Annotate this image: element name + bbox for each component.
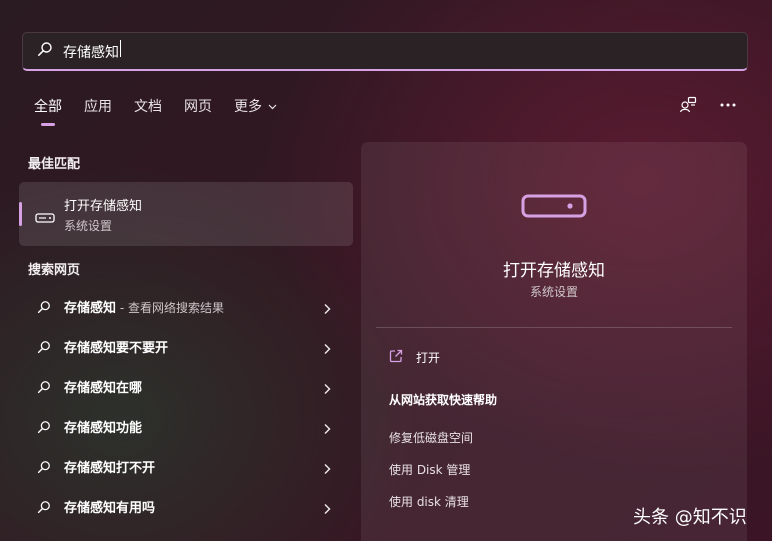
best-match-subtitle: 系统设置 (64, 219, 113, 233)
preview-pane: 打开存储感知 系统设置 打开 从网站获取快速帮助 修复低磁盘空间 使用 Disk… (361, 142, 747, 541)
web-result-item[interactable]: 存储感知在哪 (19, 366, 353, 406)
divider (376, 327, 732, 328)
search-icon (37, 41, 53, 61)
top-right-actions (678, 95, 738, 115)
preview-subtitle: 系统设置 (529, 285, 578, 299)
best-match-heading: 最佳匹配 (28, 157, 81, 172)
web-result-label: 存储感知有用吗 (64, 500, 156, 516)
search-input[interactable]: 存储感知 (63, 40, 663, 62)
drive-icon (521, 192, 587, 224)
search-icon (37, 339, 51, 358)
web-result-item[interactable]: 存储感知要不要开 (19, 326, 353, 366)
web-result-item[interactable]: 存储感知打不开 (19, 446, 353, 486)
search-icon (37, 459, 51, 478)
drive-icon (35, 208, 55, 227)
chevron-right-icon (323, 500, 331, 519)
web-result-label: 存储感知功能 (64, 420, 143, 436)
best-match-item[interactable]: 打开存储感知 系统设置 (19, 182, 353, 246)
tab-web[interactable]: 网页 (184, 96, 212, 122)
tab-more[interactable]: 更多 (234, 96, 277, 122)
search-icon (37, 499, 51, 518)
tab-more-label: 更多 (234, 99, 262, 115)
web-result-hint: - 查看网络搜索结果 (116, 300, 224, 315)
help-link-disk-cleanup[interactable]: 使用 disk 清理 (389, 493, 469, 510)
more-icon[interactable] (718, 95, 738, 115)
search-box[interactable]: 存储感知 (22, 32, 748, 71)
help-link-fix-low-disk[interactable]: 修复低磁盘空间 (389, 429, 473, 446)
preview-title: 打开存储感知 (503, 261, 605, 281)
watermark: 头条 @知不识 (633, 507, 747, 528)
chevron-right-icon (323, 460, 331, 479)
tab-documents[interactable]: 文档 (134, 96, 162, 122)
help-heading: 从网站获取快速帮助 (389, 393, 498, 407)
web-search-heading: 搜索网页 (28, 263, 81, 278)
tab-all[interactable]: 全部 (34, 96, 62, 122)
selection-indicator (19, 202, 22, 226)
external-link-icon (389, 349, 403, 366)
chevron-right-icon (323, 420, 331, 439)
web-result-label: 存储感知要不要开 (64, 340, 169, 356)
user-switch-icon[interactable] (678, 95, 698, 115)
web-result-label: 存储感知在哪 (64, 380, 143, 396)
tab-apps[interactable]: 应用 (84, 96, 112, 122)
open-action[interactable]: 打开 (389, 349, 440, 366)
help-link-disk-management[interactable]: 使用 Disk 管理 (389, 461, 470, 478)
web-result-label: 存储感知 - 查看网络搜索结果 (64, 297, 224, 316)
web-result-item[interactable]: 存储感知功能 (19, 406, 353, 446)
web-result-query: 存储感知 (64, 300, 117, 316)
search-icon (37, 299, 51, 318)
chevron-right-icon (323, 340, 331, 359)
web-result-item[interactable]: 存储感知 - 查看网络搜索结果 (19, 286, 353, 326)
search-icon (37, 379, 51, 398)
chevron-right-icon (323, 380, 331, 399)
best-match-title: 打开存储感知 (64, 199, 143, 214)
open-action-label: 打开 (416, 351, 441, 365)
search-icon (37, 419, 51, 438)
web-result-label: 存储感知打不开 (64, 460, 156, 476)
filter-tabs: 全部 应用 文档 网页 更多 (34, 96, 277, 122)
web-result-item[interactable]: 存储感知有用吗 (19, 486, 353, 526)
chevron-down-icon (265, 102, 277, 113)
chevron-right-icon (323, 300, 331, 319)
